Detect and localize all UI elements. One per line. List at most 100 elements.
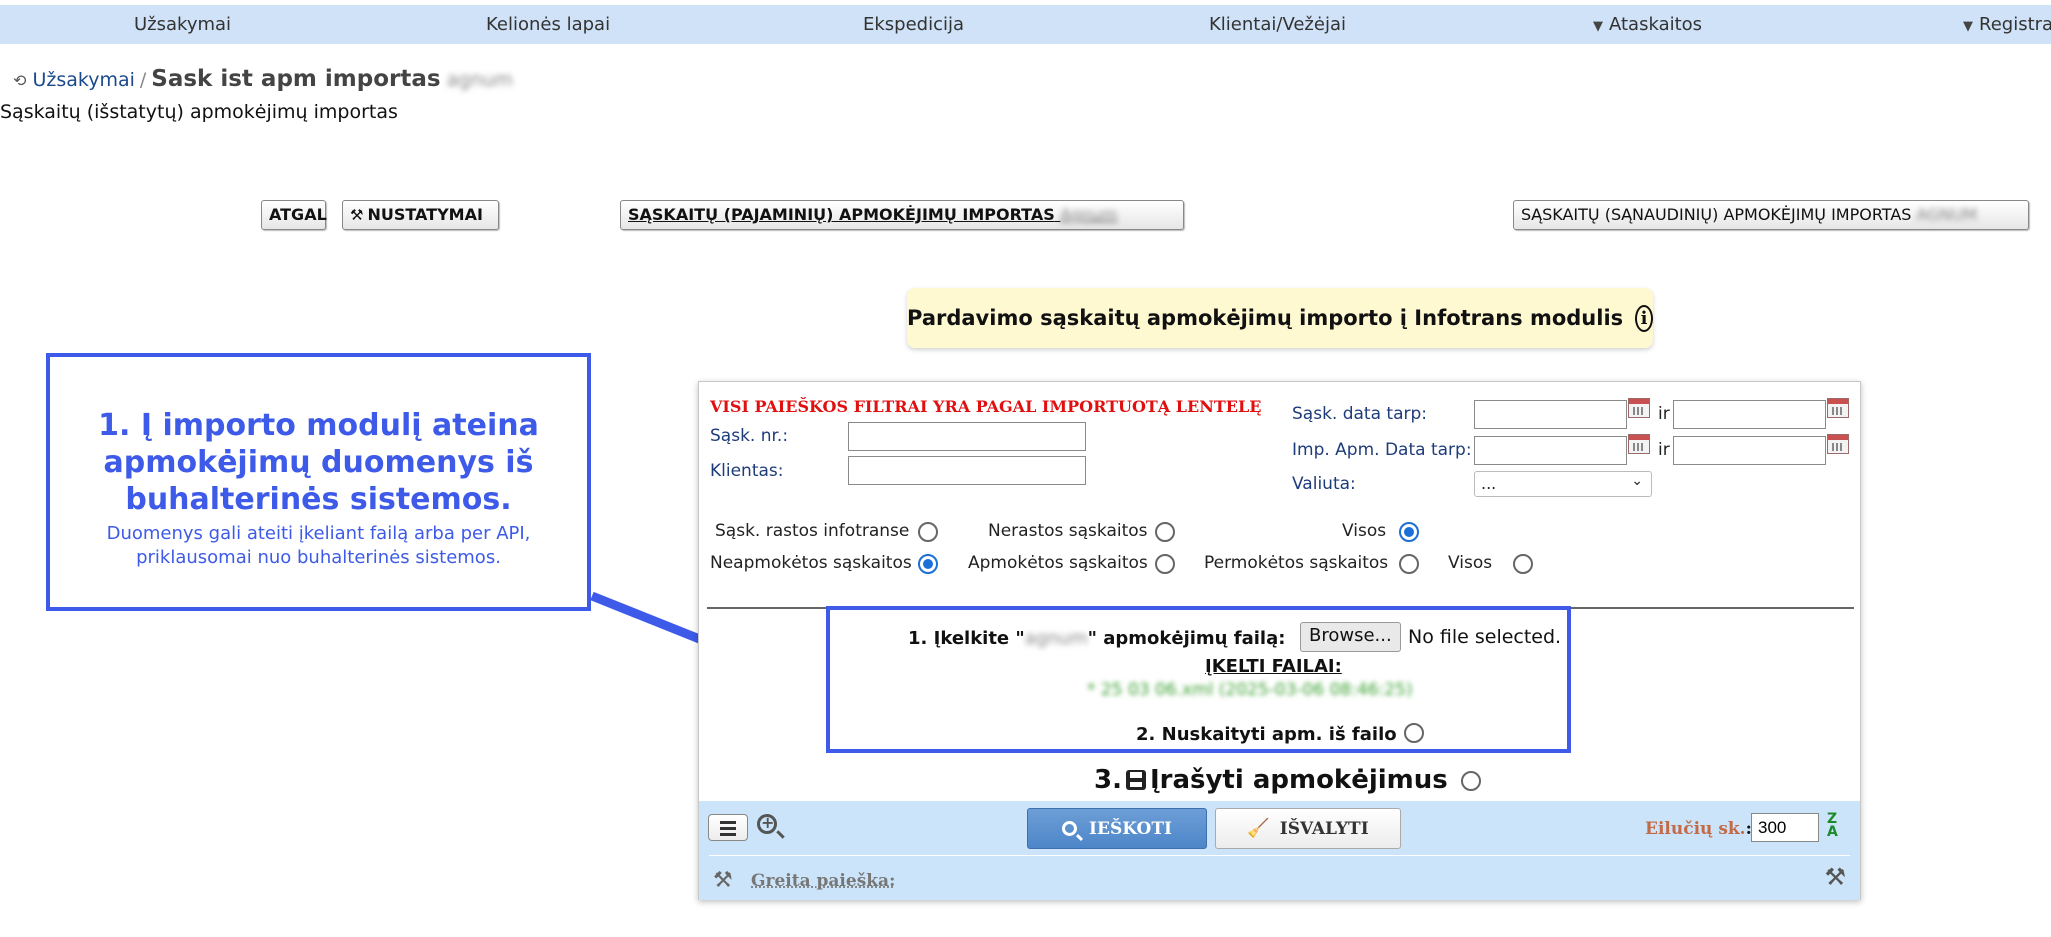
calendar-icon[interactable] <box>1628 398 1650 418</box>
clear-button[interactable]: 🧹 IŠVALYTI <box>1215 808 1401 849</box>
calendar-icon[interactable] <box>1827 398 1849 418</box>
no-file-selected-text: No file selected. <box>1408 626 1562 648</box>
and-label: ir <box>1658 404 1670 424</box>
callout-heading: 1. Į importo modulį ateina apmokėjimų du… <box>98 408 539 517</box>
nav-item-clients-carriers[interactable]: Klientai/Vežėjai <box>1209 14 1346 35</box>
tools-settings-icon[interactable]: ⚒ <box>1824 863 1846 891</box>
settings-button-label: NUSTATYMAI <box>367 205 483 224</box>
radio-label-overpaid-invoices: Permokėtos sąskaitos <box>1204 553 1389 573</box>
upload-step1-label: 1. Įkelkite "agnum" apmokėjimų failą: <box>908 628 1285 649</box>
search-button-label: IEŠKOTI <box>1089 818 1172 839</box>
uploaded-files-title: ĮKELTI FAILAI: <box>1205 656 1342 677</box>
radio-paid-invoices[interactable] <box>1155 554 1175 574</box>
search-icon <box>1062 821 1078 836</box>
radio-label-found-invoices: Sąsk. rastos infotranse <box>715 521 910 541</box>
upload-step1-suffix: " apmokėjimų failą: <box>1087 628 1286 649</box>
menu-button[interactable] <box>708 814 748 841</box>
rows-count-label-text: Eilučių sk. <box>1645 819 1746 839</box>
uploaded-file-item[interactable]: * 25 03 06.xml (2025-03-06 08:46:25) <box>1087 680 1413 700</box>
expense-import-suffix-blurred: AGNUM <box>1916 205 1978 224</box>
radio-save-payments[interactable] <box>1460 771 1481 791</box>
tools-icon: ⚒ <box>713 868 733 893</box>
nav-item-expedition[interactable]: Ekspedicija <box>863 14 964 35</box>
radio-not-found-invoices[interactable] <box>1155 522 1175 542</box>
client-input[interactable] <box>848 456 1086 485</box>
import-date-to-input[interactable] <box>1673 436 1826 465</box>
radio-unpaid-invoices[interactable] <box>918 554 938 574</box>
nav-item-registers-label: Registrai <box>1979 14 2051 35</box>
income-import-suffix-blurred: Agnum <box>1060 205 1118 224</box>
module-info-banner: Pardavimo sąskaitų apmokėjimų importo į … <box>907 288 1653 348</box>
radio-found-invoices[interactable] <box>918 522 938 542</box>
breadcrumb: ⟲ Užsakymai / Sask ist apm importas agnum <box>13 66 513 92</box>
browse-file-button[interactable]: Browse... <box>1300 622 1401 652</box>
invoice-number-input[interactable] <box>848 422 1086 451</box>
page-title-suffix-blurred: agnum <box>446 69 513 91</box>
income-import-button[interactable]: SĄSKAITŲ (PAJAMINIŲ) APMOKĖJIMŲ IMPORTAS… <box>620 200 1184 230</box>
radio-all-payment[interactable] <box>1513 554 1533 574</box>
upload-step1-prefix: 1. Įkelkite " <box>908 628 1025 649</box>
import-date-from-input[interactable] <box>1474 436 1627 465</box>
search-button[interactable]: IEŠKOTI <box>1027 808 1207 849</box>
quick-search-toggle[interactable]: Greita paieška: <box>751 871 895 891</box>
rows-count-input[interactable] <box>1751 813 1819 842</box>
income-import-label: SĄSKAITŲ (PAJAMINIŲ) APMOKĖJIMŲ IMPORTAS <box>628 205 1055 224</box>
expense-import-label: SĄSKAITŲ (SĄNAUDINIŲ) APMOKĖJIMŲ IMPORTA… <box>1521 205 1912 224</box>
invoice-date-to-input[interactable] <box>1673 400 1826 429</box>
module-info-text: Pardavimo sąskaitų apmokėjimų importo į … <box>907 306 1624 330</box>
settings-button[interactable]: ⚒ NUSTATYMAI <box>342 200 499 230</box>
sort-za-icon[interactable]: ZA <box>1827 812 1838 840</box>
nav-item-registers[interactable]: ▼ Registrai <box>1963 14 2051 35</box>
invoice-number-label: Sąsk. nr.: <box>710 426 789 446</box>
save-payments-step: 3. Įrašyti apmokėjimus <box>1094 765 1481 795</box>
radio-label-not-found-invoices: Nerastos sąskaitos <box>988 521 1148 541</box>
callout-description: Duomenys gali ateiti įkeliant failą arba… <box>106 523 531 568</box>
save-payments-step-number: 3. <box>1094 765 1122 795</box>
history-icon: ⟲ <box>13 71 27 90</box>
action-bar: IEŠKOTI 🧹 IŠVALYTI Eilučių sk.: ZA ⚒ Grei… <box>699 801 1860 900</box>
calendar-icon[interactable] <box>1827 434 1849 454</box>
nav-item-trip-sheets[interactable]: Kelionės lapai <box>486 14 610 35</box>
dropdown-caret-icon: ▼ <box>1963 19 1973 34</box>
import-date-label: Imp. Apm. Data tarp: <box>1292 440 1472 460</box>
and-label: ir <box>1658 440 1670 460</box>
currency-select-value: ... <box>1481 474 1497 493</box>
read-payments-label: 2. Nuskaityti apm. iš failo <box>1136 724 1397 745</box>
breadcrumb-link-orders[interactable]: Užsakymai <box>32 69 134 91</box>
page-subtitle: Sąskaitų (išstatytų) apmokėjimų importas <box>0 101 398 123</box>
broom-icon: 🧹 <box>1247 818 1270 839</box>
zoom-in-icon[interactable] <box>757 813 777 834</box>
invoice-date-label: Sąsk. data tarp: <box>1292 404 1428 424</box>
expense-import-button[interactable]: SĄSKAITŲ (SĄNAUDINIŲ) APMOKĖJIMŲ IMPORTA… <box>1513 200 2029 230</box>
clear-button-label: IŠVALYTI <box>1279 818 1369 839</box>
back-button[interactable]: ATGAL <box>261 200 327 230</box>
upload-section: 1. Įkelkite "agnum" apmokėjimų failą: Br… <box>826 606 1571 753</box>
bar-divider <box>709 855 1850 856</box>
client-label: Klientas: <box>710 461 784 481</box>
info-icon[interactable]: i <box>1635 304 1653 332</box>
radio-label-paid-invoices: Apmokėtos sąskaitos <box>968 553 1148 573</box>
nav-item-orders[interactable]: Užsakymai <box>134 14 231 35</box>
dropdown-caret-icon: ▼ <box>1593 19 1603 34</box>
page-title: Sask ist apm importas <box>151 66 441 92</box>
filter-panel: VISI PAIEŠKOS FILTRAI YRA PAGAL IMPORTUO… <box>698 381 1861 900</box>
radio-read-payments[interactable] <box>1404 723 1424 743</box>
explanation-callout: 1. Į importo modulį ateina apmokėjimų du… <box>46 353 591 611</box>
upload-step1-blurred: agnum <box>1024 628 1088 649</box>
menu-line <box>720 821 736 824</box>
radio-label-all-payment: Visos <box>1448 553 1493 573</box>
sort-icon-bottom: A <box>1827 824 1838 840</box>
calendar-icon[interactable] <box>1628 434 1650 454</box>
currency-select[interactable]: ... ⌄ <box>1474 471 1652 497</box>
invoice-date-from-input[interactable] <box>1474 400 1627 429</box>
filter-notice: VISI PAIEŠKOS FILTRAI YRA PAGAL IMPORTUO… <box>710 397 1262 416</box>
save-disk-icon <box>1125 770 1146 790</box>
menu-line <box>720 833 736 836</box>
breadcrumb-separator: / <box>139 69 147 91</box>
save-payments-label: Įrašyti apmokėjimus <box>1149 765 1448 795</box>
nav-item-reports[interactable]: ▼ Ataskaitos <box>1593 14 1702 35</box>
radio-overpaid-invoices[interactable] <box>1399 554 1419 574</box>
radio-all-found[interactable] <box>1399 522 1419 542</box>
radio-label-unpaid-invoices: Neapmokėtos sąskaitos <box>710 553 912 573</box>
chevron-down-icon: ⌄ <box>1631 473 1643 489</box>
